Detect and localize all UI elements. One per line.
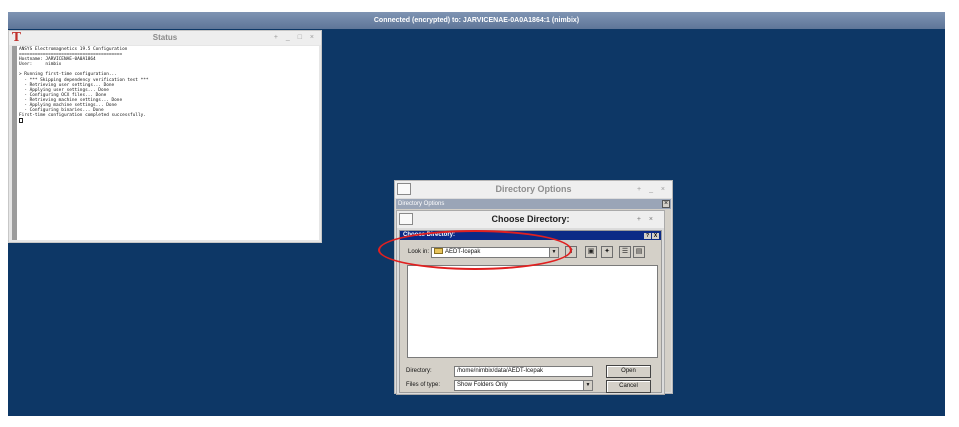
- status-titlebar[interactable]: T Status + _ □ ×: [9, 31, 321, 45]
- window-controls[interactable]: + ×: [637, 211, 656, 228]
- dialog-titlebar: Choose Directory: ? X: [400, 231, 661, 240]
- directory-options-title: Directory Options: [495, 184, 572, 194]
- files-of-type-value: Show Folders Only: [457, 382, 508, 388]
- terminal-cursor: [19, 118, 23, 124]
- folder-list[interactable]: [407, 265, 658, 358]
- directory-label: Directory:: [406, 368, 432, 374]
- look-in-combobox[interactable]: AEDT-Icepak ▼: [431, 247, 559, 258]
- choose-directory-titlebar[interactable]: Choose Directory: + ×: [397, 211, 664, 228]
- files-of-type-label: Files of type:: [406, 382, 441, 388]
- open-button[interactable]: Open: [606, 365, 651, 378]
- new-folder-icon[interactable]: ✦: [601, 246, 613, 258]
- close-button[interactable]: X: [652, 233, 659, 239]
- terminal-line: First-time configuration completed succe…: [19, 113, 146, 119]
- files-of-type-select[interactable]: Show Folders Only ▼: [454, 380, 593, 391]
- choose-directory-dialog: Choose Directory: ? X Look in: AEDT-Icepa…: [399, 230, 662, 393]
- status-window: T Status + _ □ × ANSYS Electromagnetics …: [8, 30, 322, 243]
- terminal-output[interactable]: ANSYS Electromagnetics 19.5 Configuratio…: [12, 46, 319, 240]
- close-icon[interactable]: ×: [662, 200, 670, 208]
- inner-title-text: Directory Options: [398, 201, 445, 207]
- cancel-button[interactable]: Cancel: [606, 380, 651, 393]
- choose-directory-window: Choose Directory: + × Choose Directory: …: [396, 210, 665, 395]
- terminal-text: ANSYS Electromagnetics 19.5 Configuratio…: [17, 46, 319, 125]
- look-in-label: Look in:: [408, 249, 430, 255]
- window-controls[interactable]: + _ □ ×: [274, 31, 317, 45]
- folder-icon: [434, 248, 443, 255]
- details-view-icon[interactable]: ▤: [633, 246, 645, 258]
- up-folder-icon[interactable]: ⇧: [565, 246, 577, 258]
- directory-options-titlebar[interactable]: Directory Options + _ ×: [395, 181, 672, 198]
- chevron-down-icon[interactable]: ▼: [549, 248, 558, 257]
- desktop-icon[interactable]: ▣: [585, 246, 597, 258]
- dialog-title: Choose Directory:: [403, 232, 456, 238]
- directory-options-inner-title: Directory Options ×: [396, 199, 671, 209]
- choose-directory-title: Choose Directory:: [491, 214, 570, 224]
- chevron-down-icon[interactable]: ▼: [583, 381, 592, 390]
- look-in-value: AEDT-Icepak: [445, 249, 481, 255]
- terminal-line: User: nimbix: [19, 62, 62, 68]
- list-view-icon[interactable]: ☰: [619, 246, 631, 258]
- vnc-connection-banner: Connected (encrypted) to: JARVICENAE-0A0…: [8, 12, 945, 29]
- directory-field[interactable]: /home/nimbix/data/AEDT-Icepak: [454, 366, 593, 377]
- help-button[interactable]: ?: [644, 233, 651, 239]
- window-controls[interactable]: + _ ×: [637, 181, 668, 198]
